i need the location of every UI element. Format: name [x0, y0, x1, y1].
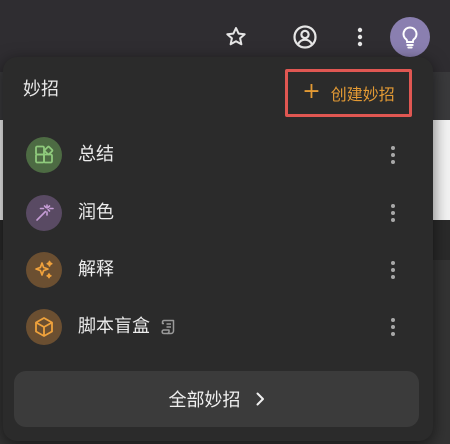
chevron-right-icon [256, 392, 264, 406]
create-tip-button[interactable]: + 创建妙招 [285, 69, 412, 117]
plus-icon: + [302, 79, 321, 104]
grid-icon [26, 137, 62, 173]
tip-item-label: 润色 [78, 202, 114, 223]
item-more-icon[interactable] [383, 258, 403, 282]
panel-title: 妙招 [23, 79, 59, 100]
tip-item-label: 脚本盲盒 [78, 316, 150, 337]
tips-popup-panel: 妙招 + 创建妙招 总结 润色 解释 脚本盲盒 全部妙招 [3, 57, 433, 441]
magic-wand-icon [26, 195, 62, 231]
item-more-icon[interactable] [383, 315, 403, 339]
bookmark-star-icon[interactable] [219, 20, 253, 54]
profile-icon[interactable] [288, 20, 322, 54]
more-menu-icon[interactable] [343, 20, 377, 54]
tip-item-script-blindbox[interactable]: 脚本盲盒 [15, 302, 421, 352]
create-tip-label: 创建妙招 [330, 85, 395, 104]
tip-item-summary[interactable]: 总结 [15, 130, 421, 180]
tip-item-polish[interactable]: 润色 [15, 188, 421, 238]
all-tips-label: 全部妙招 [168, 390, 241, 411]
item-more-icon[interactable] [383, 143, 403, 167]
tip-item-label: 总结 [78, 144, 114, 165]
scroll-icon [160, 318, 178, 336]
tip-item-explain[interactable]: 解释 [15, 245, 421, 295]
tip-item-label: 解释 [78, 259, 114, 280]
lightbulb-icon[interactable] [390, 17, 430, 57]
all-tips-button[interactable]: 全部妙招 [14, 371, 419, 427]
item-more-icon[interactable] [383, 201, 403, 225]
sparkle-icon [26, 252, 62, 288]
cube-icon [26, 309, 62, 345]
